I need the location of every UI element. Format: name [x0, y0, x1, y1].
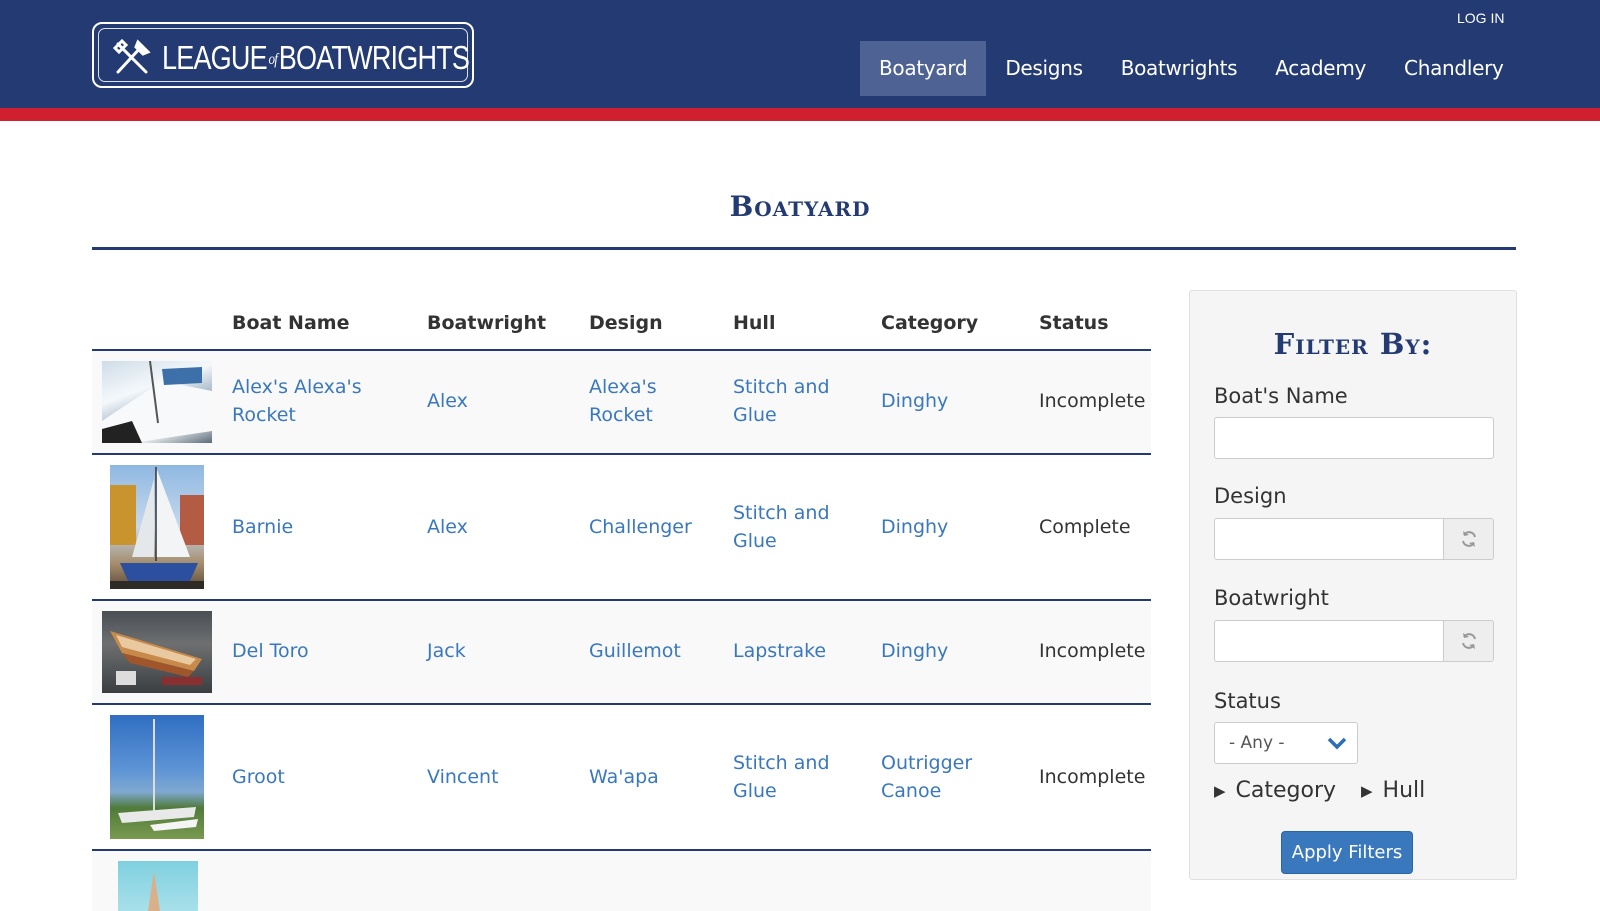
boatwright-label: Boatwright [1214, 586, 1329, 610]
design-label: Design [1214, 484, 1287, 508]
logo-wordmark: LEAGUE ofBOATWRIGHTS [162, 38, 470, 80]
boatwright-link[interactable]: Vincent [427, 763, 499, 791]
filter-title: Filter By: [1273, 327, 1433, 361]
boatyard-table: Boat Name Boatwright Design Hull Categor… [92, 300, 1151, 911]
boat-photo-white-hull[interactable] [102, 361, 212, 443]
status-select[interactable]: - Any - [1214, 722, 1358, 764]
header-hull[interactable]: Hull [733, 312, 775, 334]
status-text: Incomplete [1039, 640, 1146, 662]
boat-name-link[interactable]: Barnie [232, 513, 293, 541]
status-text: Incomplete [1039, 766, 1146, 788]
site-logo[interactable]: LEAGUE ofBOATWRIGHTS [92, 22, 474, 88]
boat-name-link[interactable]: Groot [232, 763, 285, 791]
filter-panel: Filter By: Boat's Name Design Boatwright… [1189, 290, 1517, 880]
table-row: Del Toro Jack Guillemot Lapstrake Dinghy… [92, 601, 1151, 705]
hull-line: Glue [733, 780, 777, 802]
nav-item-chandlery[interactable]: Chandlery [1385, 41, 1523, 96]
design-input[interactable] [1214, 518, 1444, 560]
boatwright-link[interactable]: Alex [427, 513, 468, 541]
hull-line: Stitch and [733, 752, 830, 774]
site-header: LEAGUE ofBOATWRIGHTS LOG IN Boatyard Desi… [0, 0, 1600, 108]
status-text: Incomplete [1039, 390, 1146, 412]
header-status[interactable]: Status [1039, 312, 1109, 334]
page-title: Boatyard [729, 190, 871, 223]
boat-photo-partial[interactable] [118, 861, 198, 911]
hull-line: Glue [733, 530, 777, 552]
hull-link[interactable]: Lapstrake [733, 637, 826, 665]
refresh-icon [1461, 633, 1476, 649]
hull-line: Glue [733, 404, 777, 426]
boat-name-link[interactable]: Del Toro [232, 637, 309, 665]
boatwright-link[interactable]: Jack [427, 637, 466, 665]
nav-item-boatyard[interactable]: Boatyard [860, 41, 987, 96]
boat-photo-wooden-dinghy[interactable] [102, 611, 212, 693]
category-toggle-label: Category [1235, 778, 1337, 803]
boatwright-refresh-button[interactable] [1443, 620, 1494, 662]
status-select-value: - Any - [1229, 733, 1285, 753]
title-divider [92, 247, 1516, 250]
header-boatwright[interactable]: Boatwright [427, 312, 546, 334]
caret-right-icon: ▶ [1361, 781, 1373, 800]
header-design[interactable]: Design [589, 312, 663, 334]
boat-photo-outrigger[interactable] [110, 715, 204, 839]
design-line: Alexa's [589, 376, 657, 398]
hull-link[interactable]: Stitch and Glue [733, 373, 830, 429]
nav-item-boatwrights[interactable]: Boatwrights [1102, 41, 1257, 96]
apply-filters-button[interactable]: Apply Filters [1281, 831, 1413, 874]
boat-name-line: Alex's Alexa's [232, 376, 362, 398]
boatwright-link[interactable]: Alex [427, 387, 468, 415]
caret-right-icon: ▶ [1214, 781, 1226, 800]
table-row [92, 851, 1151, 911]
category-link[interactable]: Dinghy [881, 637, 948, 665]
nav-item-academy[interactable]: Academy [1256, 41, 1385, 96]
logo-word-of: of [268, 51, 278, 69]
chevron-down-icon [1327, 737, 1347, 750]
table-row: Barnie Alex Challenger Stitch and Glue Di… [92, 455, 1151, 601]
header-boat-name[interactable]: Boat Name [232, 312, 349, 334]
boat-name-input[interactable] [1214, 417, 1494, 459]
boat-name-line: Rocket [232, 404, 296, 426]
hull-link[interactable]: Stitch and Glue [733, 749, 830, 805]
crossed-tools-icon [112, 38, 151, 74]
header-accent-bar [0, 108, 1600, 121]
hull-toggle-label: Hull [1382, 778, 1426, 803]
status-text: Complete [1039, 516, 1131, 538]
main-nav: Boatyard Designs Boatwrights Academy Cha… [860, 41, 1523, 96]
nav-item-designs[interactable]: Designs [986, 41, 1101, 96]
category-line: Outrigger [881, 752, 973, 774]
boat-photo-white-sail[interactable] [110, 465, 204, 589]
category-line: Canoe [881, 780, 942, 802]
hull-line: Stitch and [733, 376, 830, 398]
boat-name-label: Boat's Name [1214, 384, 1348, 408]
table-row: Alex's Alexa's Rocket Alex Alexa's Rocket … [92, 351, 1151, 455]
logo-word-boatwrights: BOATWRIGHTS [278, 39, 470, 76]
hull-toggle[interactable]: ▶ Hull [1361, 778, 1425, 803]
hull-link[interactable]: Stitch and Glue [733, 499, 830, 555]
status-label: Status [1214, 689, 1281, 713]
design-link[interactable]: Guillemot [589, 637, 681, 665]
table-row: Groot Vincent Wa'apa Stitch and Glue Outr… [92, 705, 1151, 851]
category-link[interactable]: Dinghy [881, 513, 948, 541]
boat-name-link[interactable]: Alex's Alexa's Rocket [232, 373, 362, 429]
table-header: Boat Name Boatwright Design Hull Categor… [92, 300, 1151, 351]
login-link[interactable]: LOG IN [1457, 10, 1504, 26]
design-line: Rocket [589, 404, 653, 426]
design-refresh-button[interactable] [1443, 518, 1494, 560]
header-category[interactable]: Category [881, 312, 978, 334]
category-toggle[interactable]: ▶ Category [1214, 778, 1336, 803]
category-link[interactable]: Dinghy [881, 387, 948, 415]
hull-line: Stitch and [733, 502, 830, 524]
design-link[interactable]: Challenger [589, 513, 692, 541]
logo-word-league: LEAGUE [162, 39, 268, 76]
boatwright-input[interactable] [1214, 620, 1444, 662]
category-link[interactable]: Outrigger Canoe [881, 749, 972, 805]
design-link[interactable]: Alexa's Rocket [589, 373, 657, 429]
design-link[interactable]: Wa'apa [589, 763, 659, 791]
refresh-icon [1461, 531, 1476, 547]
